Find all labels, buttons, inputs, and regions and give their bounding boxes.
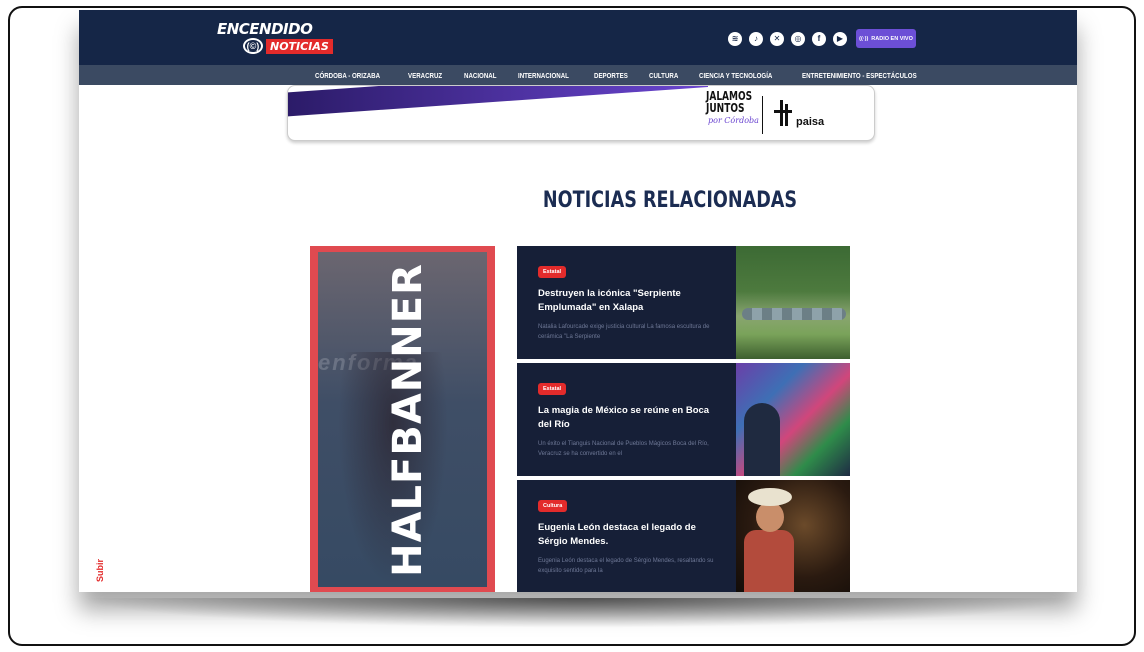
category-tag[interactable]: Estatal bbox=[538, 383, 567, 395]
news-excerpt: Un éxito el Tianguis Nacional de Pueblos… bbox=[538, 441, 709, 457]
category-tag[interactable]: Estatal bbox=[538, 266, 567, 278]
promo-stripe bbox=[288, 86, 708, 118]
news-thumbnail[interactable] bbox=[736, 246, 850, 359]
radio-live-label: RADIO EN VIVO bbox=[871, 35, 913, 42]
halfbanner-ad[interactable]: enforma HALFBANNER bbox=[310, 246, 495, 592]
person-face bbox=[756, 502, 784, 532]
sculpture-shape bbox=[742, 308, 846, 320]
social-links: ≋ ♪ ✕ ◎ f ▶ bbox=[728, 32, 847, 46]
browser-viewport: ENCENDIDO (©) NOTICIAS ≋ ♪ ✕ ◎ f ▶ ((·))… bbox=[79, 10, 1077, 592]
news-excerpt: Eugenia León destaca el legado de Sérgio… bbox=[538, 558, 714, 574]
scroll-top-link[interactable]: Subir bbox=[95, 559, 105, 582]
promo-headline: JALAMOS JUNTOS bbox=[706, 90, 752, 114]
person-silhouette bbox=[744, 403, 780, 476]
main-nav: CÓRDOBA - ORIZABA VERACRUZ NACIONAL INTE… bbox=[79, 65, 1077, 85]
news-excerpt: Natalia Lafourcade exige justicia cultur… bbox=[538, 324, 710, 340]
promo-brand: paisa bbox=[796, 116, 825, 128]
spotify-icon[interactable]: ≋ bbox=[728, 32, 742, 46]
promo-banner[interactable]: JALAMOS JUNTOS por Córdoba paisa bbox=[287, 85, 875, 141]
logo-badge: NOTICIAS bbox=[266, 38, 333, 54]
broadcast-icon: (©) bbox=[243, 38, 263, 54]
site-header: ENCENDIDO (©) NOTICIAS ≋ ♪ ✕ ◎ f ▶ ((·))… bbox=[79, 10, 1077, 65]
related-news-list: Estatal Destruyen la icónica "Serpiente … bbox=[517, 246, 850, 592]
site-logo[interactable]: ENCENDIDO (©) NOTICIAS bbox=[217, 20, 333, 54]
news-thumbnail[interactable] bbox=[736, 480, 850, 592]
news-card[interactable]: Cultura Eugenia León destaca el legado d… bbox=[517, 480, 850, 592]
person-shirt bbox=[744, 530, 794, 592]
related-news-title: NOTICIAS RELACIONADAS bbox=[542, 188, 798, 213]
paisa-logo-icon bbox=[774, 100, 792, 126]
news-card[interactable]: Estatal La magia de México se reúne en B… bbox=[517, 363, 850, 476]
youtube-icon[interactable]: ▶ bbox=[833, 32, 847, 46]
nav-item-veracruz[interactable]: VERACRUZ bbox=[408, 71, 442, 80]
x-icon[interactable]: ✕ bbox=[770, 32, 784, 46]
news-title[interactable]: La magia de México se reúne en Boca del … bbox=[538, 404, 716, 432]
nav-item-entretenimiento[interactable]: ENTRETENIMIENTO - ESPECTÁCULOS bbox=[802, 71, 917, 80]
nav-item-cultura[interactable]: CULTURA bbox=[649, 71, 678, 80]
screen-shadow bbox=[80, 598, 1076, 628]
nav-item-nacional[interactable]: NACIONAL bbox=[464, 71, 496, 80]
halfbanner-image: enforma HALFBANNER bbox=[318, 252, 487, 587]
category-tag[interactable]: Cultura bbox=[538, 500, 568, 512]
nav-item-deportes[interactable]: DEPORTES bbox=[594, 71, 628, 80]
nav-item-internacional[interactable]: INTERNACIONAL bbox=[518, 71, 569, 80]
radio-live-button[interactable]: ((·)) RADIO EN VIVO bbox=[856, 29, 916, 48]
news-title[interactable]: Eugenia León destaca el legado de Sérgio… bbox=[538, 521, 716, 549]
promo-script: por Córdoba bbox=[708, 116, 759, 125]
tiktok-icon[interactable]: ♪ bbox=[749, 32, 763, 46]
logo-wordmark: ENCENDIDO bbox=[217, 20, 313, 38]
nav-item-cordoba-orizaba[interactable]: CÓRDOBA - ORIZABA bbox=[315, 71, 380, 80]
halfbanner-label: HALFBANNER bbox=[385, 263, 431, 577]
facebook-icon[interactable]: f bbox=[812, 32, 826, 46]
instagram-icon[interactable]: ◎ bbox=[791, 32, 805, 46]
radio-wave-icon: ((·)) bbox=[859, 35, 869, 42]
news-thumbnail[interactable] bbox=[736, 363, 850, 476]
news-title[interactable]: Destruyen la icónica "Serpiente Emplumad… bbox=[538, 287, 716, 315]
window-frame: ENCENDIDO (©) NOTICIAS ≋ ♪ ✕ ◎ f ▶ ((·))… bbox=[8, 6, 1136, 646]
promo-line2: JUNTOS bbox=[706, 101, 745, 115]
person-hat bbox=[748, 488, 792, 506]
promo-divider bbox=[762, 96, 763, 134]
news-card[interactable]: Estatal Destruyen la icónica "Serpiente … bbox=[517, 246, 850, 359]
nav-item-ciencia-tecnologia[interactable]: CIENCIA Y TECNOLOGÍA bbox=[699, 71, 772, 80]
